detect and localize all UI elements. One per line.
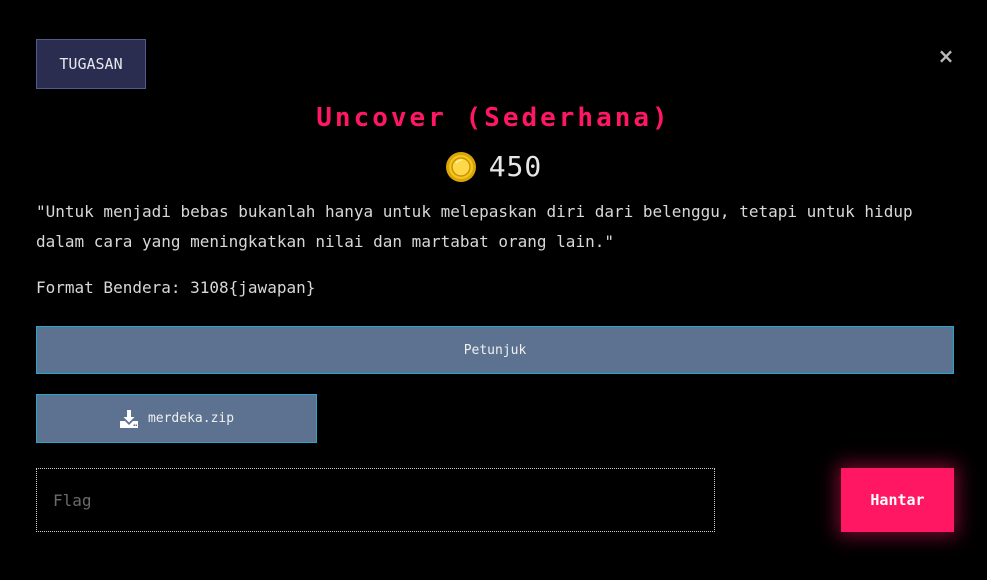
challenge-title: Uncover (Sederhana): [316, 103, 671, 133]
hint-button[interactable]: Petunjuk: [36, 326, 954, 374]
file-name: merdeka.zip: [147, 411, 235, 426]
close-icon[interactable]: ×: [936, 46, 956, 66]
challenge-description: "Untuk menjadi bebas bukanlah hanya untu…: [36, 202, 913, 251]
download-icon: [119, 409, 138, 428]
flag-input[interactable]: [36, 468, 715, 532]
challenge-modal: TUGASAN × Uncover (Sederhana) 450 "Untuk…: [0, 0, 987, 580]
flag-format: Format Bendera: 3108{jawapan}: [36, 278, 316, 297]
tab-challenge[interactable]: TUGASAN: [36, 39, 146, 89]
download-file-button[interactable]: merdeka.zip: [36, 394, 317, 443]
points-value: 450: [488, 150, 543, 183]
hint-button-label: Petunjuk: [463, 342, 527, 358]
challenge-points: 450: [0, 150, 987, 183]
coin-icon: [445, 151, 476, 182]
submit-button[interactable]: Hantar: [841, 468, 954, 532]
